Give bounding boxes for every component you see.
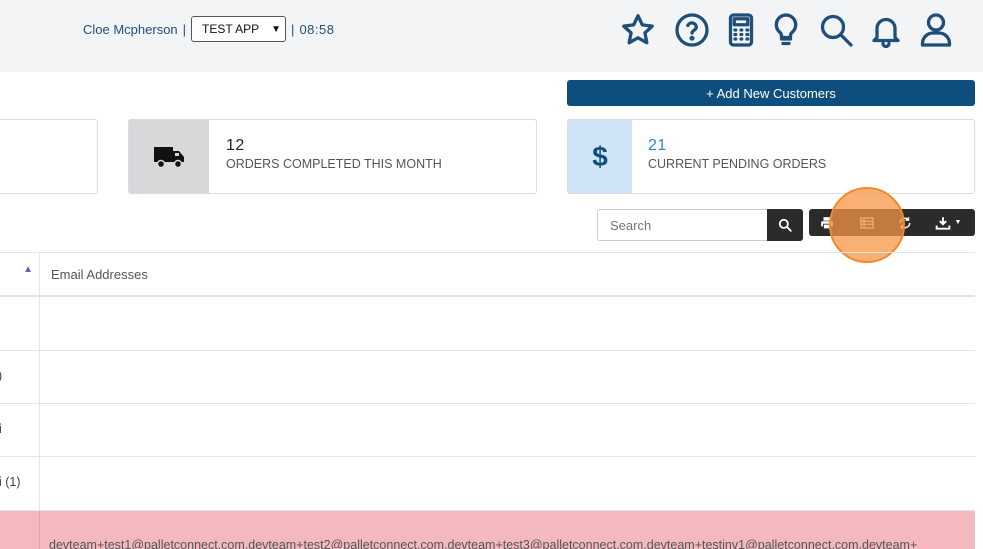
user-name[interactable]: Cloe Mcpherson: [83, 22, 178, 37]
stat-value: 21: [648, 137, 667, 154]
row-email-cell: devteam+test1@palletconnect.com,devteam+…: [49, 538, 918, 549]
star-icon[interactable]: [618, 10, 658, 50]
table-row[interactable]: [0, 297, 975, 351]
table-header: ▲ Email Addresses: [0, 252, 975, 297]
truck-icon: [129, 120, 209, 193]
lightbulb-icon[interactable]: [766, 10, 806, 50]
email-column-header[interactable]: Email Addresses: [40, 253, 975, 295]
download-icon: [935, 216, 950, 230]
row-name-cell: [0, 511, 40, 549]
caret-down-icon: ▼: [954, 219, 962, 226]
sort-asc-icon[interactable]: ▲: [23, 264, 33, 275]
row-name-cell: i: [0, 404, 40, 456]
stat-value: 12: [226, 137, 245, 154]
help-icon[interactable]: [672, 10, 712, 50]
dollar-icon: $: [568, 120, 632, 193]
search-input[interactable]: [597, 209, 767, 241]
table-row-highlighted[interactable]: devteam+test1@palletconnect.com,devteam+…: [0, 511, 975, 549]
row-email-cell: [40, 297, 975, 350]
user-icon[interactable]: [916, 10, 956, 50]
stat-label: ORDERS COMPLETED THIS MONTH: [226, 157, 442, 171]
search-button[interactable]: [767, 209, 803, 241]
stat-label: CURRENT PENDING ORDERS: [648, 157, 827, 171]
stat-card-orders-completed: 12 ORDERS COMPLETED THIS MONTH: [128, 119, 537, 194]
stat-card-partial: [0, 119, 98, 194]
separator: |: [291, 21, 295, 37]
clock: 08:58: [299, 21, 335, 37]
app-select-value: TEST APP: [202, 22, 260, 36]
app-select[interactable]: TEST APP ▼: [191, 16, 287, 42]
sort-column-header[interactable]: ▲: [0, 253, 40, 295]
row-email-cell: [40, 457, 975, 510]
bell-icon[interactable]: [866, 10, 906, 50]
row-name-cell: ): [0, 351, 40, 403]
chevron-down-icon: ▼: [271, 23, 282, 35]
row-name-cell: [0, 297, 40, 350]
add-new-customers-button[interactable]: + Add New Customers: [567, 80, 975, 106]
table-row[interactable]: i (1): [0, 457, 975, 511]
search-icon: [778, 218, 792, 232]
download-button[interactable]: ▼: [927, 209, 969, 236]
top-header: Cloe Mcpherson | TEST APP ▼ | 08:58: [0, 0, 983, 72]
search-icon[interactable]: [816, 10, 856, 50]
row-email-cell: [40, 404, 975, 456]
user-info-bar: Cloe Mcpherson | TEST APP ▼ | 08:58: [83, 16, 334, 42]
table-row[interactable]: ): [0, 351, 975, 404]
separator: |: [182, 21, 187, 37]
table-row[interactable]: i: [0, 404, 975, 457]
calculator-icon[interactable]: [721, 10, 761, 50]
column-label: Email Addresses: [51, 267, 148, 282]
row-name-cell: i (1): [0, 457, 40, 510]
row-email-cell: [40, 351, 975, 403]
stat-card-pending-orders: $ 21 CURRENT PENDING ORDERS: [567, 119, 975, 194]
